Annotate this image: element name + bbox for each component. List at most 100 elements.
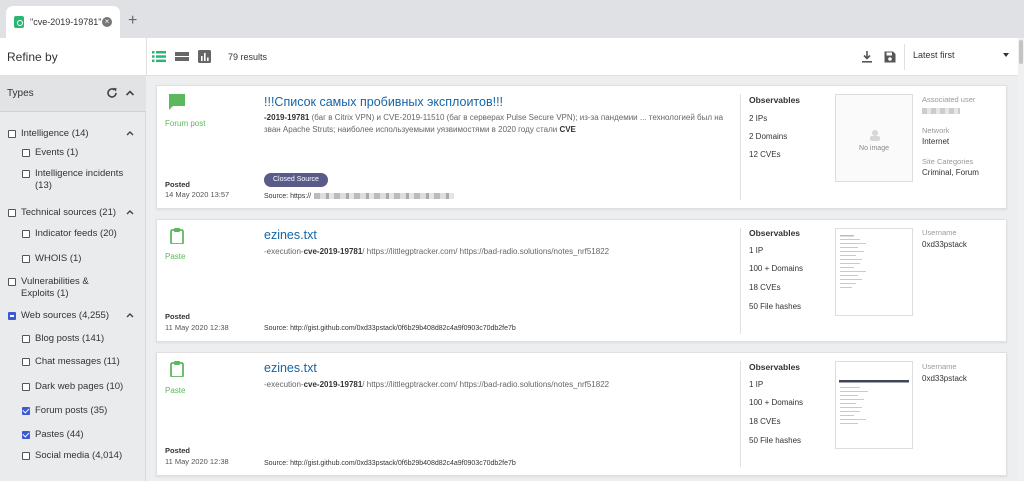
snippet-highlight: -2019-19781 <box>264 113 310 122</box>
chevron-up-icon[interactable] <box>126 311 134 319</box>
page-scrollbar[interactable] <box>1018 38 1024 481</box>
checkbox[interactable] <box>22 383 30 391</box>
checkbox[interactable] <box>22 230 30 238</box>
chevron-up-icon[interactable] <box>126 129 134 137</box>
observable-ips[interactable]: 2 IPs <box>749 114 767 123</box>
new-tab-button[interactable]: + <box>128 13 137 29</box>
filter-label: Web sources (4,255) <box>21 310 110 321</box>
filter-label: Vulnerabilities & Exploits (1) <box>21 276 89 299</box>
result-source[interactable]: Source: http://gist.github.com/0xd33psta… <box>264 325 516 332</box>
checkbox-checked[interactable] <box>22 407 30 415</box>
filter-item-forum-posts[interactable]: Forum posts (35) <box>22 405 134 417</box>
chevron-up-icon[interactable] <box>125 88 135 98</box>
filter-item-pastes[interactable]: Pastes (44) <box>22 429 134 441</box>
checkbox[interactable] <box>22 149 30 157</box>
meta-label-site-categories: Site Categories <box>922 157 974 166</box>
checkbox[interactable] <box>22 358 30 366</box>
meta-value-username[interactable]: 0xd33pstack <box>922 374 967 383</box>
observable-cves[interactable]: 18 CVEs <box>749 283 781 292</box>
filter-group-intelligence[interactable]: Intelligence (14) <box>8 128 118 140</box>
observable-cves[interactable]: 18 CVEs <box>749 417 781 426</box>
browser-tab[interactable]: "cve-2019-19781" × <box>6 6 120 38</box>
result-thumbnail[interactable] <box>835 361 913 449</box>
filter-item-whois[interactable]: WHOIS (1) <box>22 253 134 265</box>
checkbox[interactable] <box>8 278 16 286</box>
filter-label: Pastes (44) <box>35 429 84 440</box>
checkbox[interactable] <box>22 255 30 263</box>
result-snippet: -execution-cve-2019-19781/ https://littl… <box>264 379 734 391</box>
sort-select[interactable]: Latest first <box>913 50 1009 64</box>
observables-title: Observables <box>749 228 801 238</box>
observable-domains[interactable]: 2 Domains <box>749 132 787 141</box>
filter-item-events[interactable]: Events (1) <box>22 147 134 159</box>
result-type-label: Paste <box>165 252 186 261</box>
observables-divider <box>740 361 741 467</box>
posted-label: Posted <box>165 312 191 321</box>
snippet-text: -execution- <box>264 380 304 389</box>
observable-cves[interactable]: 12 CVEs <box>749 150 781 159</box>
result-card[interactable]: Paste Posted 11 May 2020 12:38 ezines.tx… <box>156 219 1007 342</box>
result-title[interactable]: ezines.txt <box>264 228 317 242</box>
results-count: 79 results <box>228 52 268 62</box>
filter-item-intelligence-incidents[interactable]: Intelligence incidents (13) <box>22 168 134 192</box>
meta-value-username[interactable]: 0xd33pstack <box>922 240 967 249</box>
refresh-icon[interactable] <box>106 87 118 99</box>
filter-item-social-media[interactable]: Social media (4,014) <box>22 450 134 462</box>
page-scrollbar-thumb[interactable] <box>1019 40 1023 64</box>
filter-item-dark-web-pages[interactable]: Dark web pages (10) <box>22 381 134 393</box>
filter-group-vulnerabilities[interactable]: Vulnerabilities & Exploits (1) <box>8 276 120 300</box>
filter-item-chat-messages[interactable]: Chat messages (11) <box>22 356 134 368</box>
list-view-icon[interactable] <box>152 50 166 63</box>
posted-label: Posted <box>165 446 191 455</box>
checkbox-checked[interactable] <box>22 431 30 439</box>
posted-date: 14 May 2020 13:57 <box>165 190 230 199</box>
compact-view-icon[interactable] <box>175 50 189 63</box>
checkbox[interactable] <box>22 170 30 178</box>
refine-title: Refine by <box>7 50 58 64</box>
result-card[interactable]: Paste Posted 11 May 2020 12:38 ezines.tx… <box>156 352 1007 476</box>
meta-label-username: Username <box>922 228 957 237</box>
filter-label: Technical sources (21) <box>21 207 117 218</box>
filter-group-technical-sources[interactable]: Technical sources (21) <box>8 207 120 219</box>
observable-domains[interactable]: 100 + Domains <box>749 398 803 407</box>
result-title[interactable]: ezines.txt <box>264 361 317 375</box>
observable-ips[interactable]: 1 IP <box>749 246 763 255</box>
filter-label: Chat messages (11) <box>35 356 120 367</box>
meta-value-site-categories: Criminal, Forum <box>922 168 979 177</box>
filter-label: Forum posts (35) <box>35 405 108 416</box>
filter-label: Intelligence incidents (13) <box>35 168 124 191</box>
observable-file-hashes[interactable]: 50 File hashes <box>749 302 801 311</box>
checkbox[interactable] <box>22 335 30 343</box>
checkbox[interactable] <box>8 209 16 217</box>
document-preview-thumbnail <box>839 380 909 424</box>
result-source[interactable]: Source: http://gist.github.com/0xd33psta… <box>264 460 516 467</box>
types-filter-header[interactable]: Types <box>0 76 146 112</box>
meta-label-username: Username <box>922 362 957 371</box>
close-tab-icon[interactable]: × <box>102 17 112 27</box>
result-thumbnail[interactable] <box>835 228 913 316</box>
checkbox-partial[interactable] <box>8 312 16 320</box>
filter-item-blog-posts[interactable]: Blog posts (141) <box>22 333 134 345</box>
result-source[interactable]: Source: https:// <box>264 193 455 200</box>
filter-item-indicator-feeds[interactable]: Indicator feeds (20) <box>22 228 134 240</box>
checkbox[interactable] <box>22 452 30 460</box>
result-thumbnail[interactable]: No image <box>835 94 913 182</box>
observable-ips[interactable]: 1 IP <box>749 380 763 389</box>
filter-group-web-sources[interactable]: Web sources (4,255) <box>8 310 120 322</box>
observable-file-hashes[interactable]: 50 File hashes <box>749 436 801 445</box>
snippet-text: / https://littlegptracker.com/ https://b… <box>362 380 610 389</box>
download-icon[interactable] <box>860 50 874 64</box>
result-title[interactable]: !!!Список самых пробивных эксплоитов!!! <box>264 95 503 109</box>
chevron-up-icon[interactable] <box>126 208 134 216</box>
checkbox[interactable] <box>8 130 16 138</box>
meta-value-network: Internet <box>922 137 950 146</box>
types-label: Types <box>7 88 34 99</box>
result-snippet: -2019-19781 (баг в Citrix VPN) и CVE-201… <box>264 112 734 136</box>
result-card[interactable]: Forum post Posted 14 May 2020 13:57 !!!С… <box>156 85 1007 209</box>
result-snippet: -execution-cve-2019-19781/ https://littl… <box>264 246 734 258</box>
chart-view-icon[interactable] <box>198 50 212 63</box>
save-icon[interactable] <box>883 50 897 64</box>
sort-select-value: Latest first <box>913 50 955 60</box>
observable-domains[interactable]: 100 + Domains <box>749 264 803 273</box>
browser-tab-title: "cve-2019-19781" <box>30 17 102 27</box>
